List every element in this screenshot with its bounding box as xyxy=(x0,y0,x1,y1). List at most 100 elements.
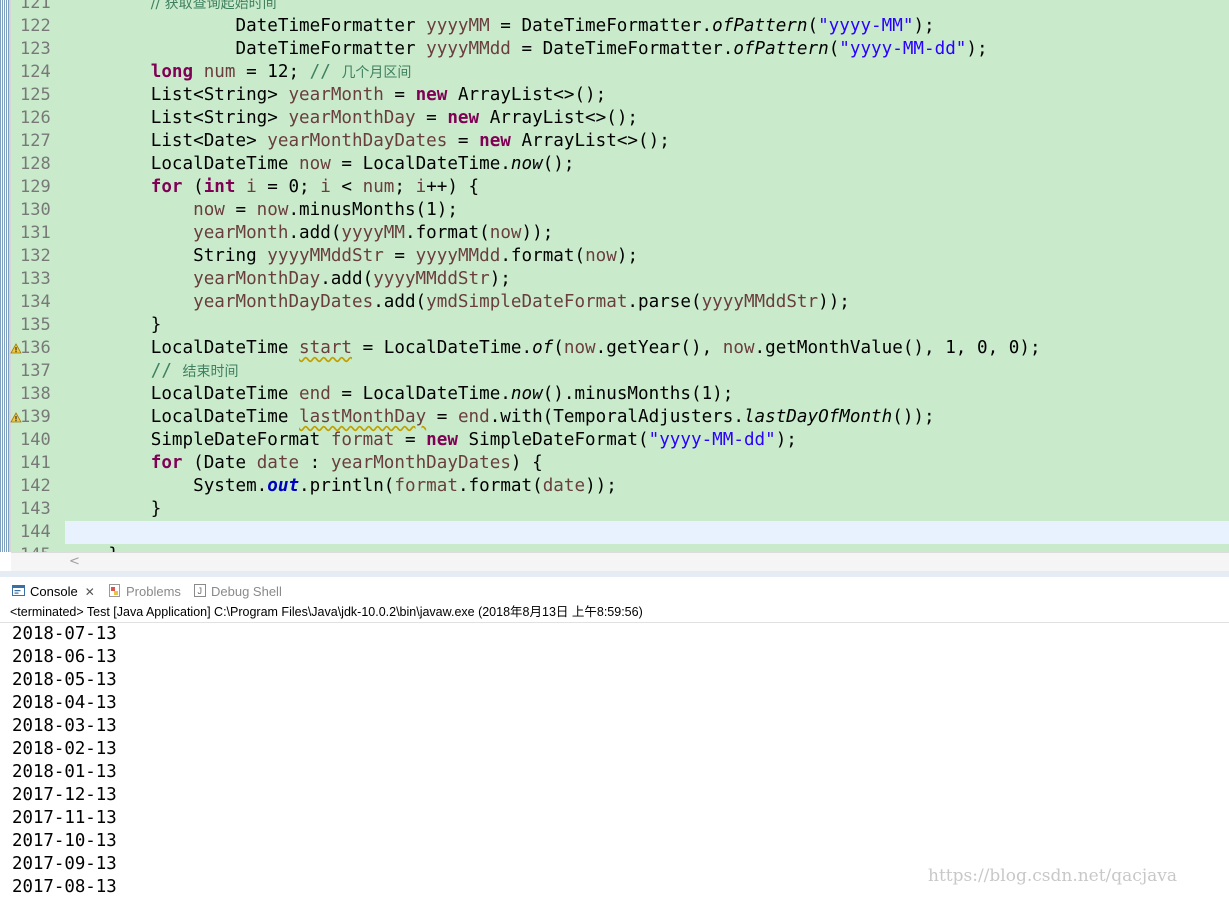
code-token: = DateTimeFormatter. xyxy=(510,39,734,59)
code-line[interactable]: 138 LocalDateTime end = LocalDateTime.no… xyxy=(0,383,1229,406)
code-token: ( xyxy=(828,39,840,59)
code-line[interactable]: 123 DateTimeFormatter yyyyMMdd = DateTim… xyxy=(0,38,1229,61)
code-text[interactable]: LocalDateTime end = LocalDateTime.now().… xyxy=(66,383,734,406)
code-token: )); xyxy=(818,292,850,312)
code-token: ofPattern xyxy=(712,16,808,36)
code-token: yyyyMMddStr xyxy=(373,269,490,289)
code-text[interactable]: LocalDateTime start = LocalDateTime.of(n… xyxy=(66,337,1041,360)
tab-debug-shell-label: Debug Shell xyxy=(211,584,282,599)
console-output-line: 2017-11-13 xyxy=(12,808,117,828)
code-token: = xyxy=(394,430,427,450)
code-token: LocalDateTime xyxy=(66,154,300,174)
code-line[interactable]: 130 now = now.minusMonths(1); xyxy=(0,199,1229,222)
code-token: new xyxy=(426,430,458,450)
code-text[interactable]: List<String> yearMonth = new ArrayList<>… xyxy=(66,84,607,107)
code-line[interactable]: 128 LocalDateTime now = LocalDateTime.no… xyxy=(0,153,1229,176)
code-line[interactable]: 139 LocalDateTime lastMonthDay = end.wit… xyxy=(0,406,1229,429)
code-token: LocalDateTime xyxy=(66,407,300,427)
close-icon[interactable]: ✕ xyxy=(85,585,95,599)
code-text[interactable]: SimpleDateFormat format = new SimpleDate… xyxy=(66,429,797,452)
code-token: num xyxy=(203,62,236,82)
code-text[interactable]: now = now.minusMonths(1); xyxy=(66,199,458,222)
code-text[interactable]: yearMonthDayDates.add(ymdSimpleDateForma… xyxy=(66,291,850,314)
code-text[interactable]: String yyyyMMddStr = yyyyMMdd.format(now… xyxy=(66,245,638,268)
code-text[interactable]: } xyxy=(66,498,162,521)
code-text[interactable]: yearMonthDay.add(yyyyMMddStr); xyxy=(66,268,511,291)
code-line[interactable]: 122 DateTimeFormatter yyyyMM = DateTimeF… xyxy=(0,15,1229,38)
code-line[interactable]: 134 yearMonthDayDates.add(ymdSimpleDateF… xyxy=(0,291,1229,314)
code-text[interactable]: // 获取查询起始时间 xyxy=(66,0,277,16)
code-line[interactable]: 144 xyxy=(0,521,1229,544)
code-text[interactable]: DateTimeFormatter yyyyMM = DateTimeForma… xyxy=(66,15,935,38)
code-line[interactable]: 126 List<String> yearMonthDay = new Arra… xyxy=(0,107,1229,130)
line-number: 125 xyxy=(20,85,51,105)
code-token: = xyxy=(383,85,416,105)
code-token: "yyyy-MM-dd" xyxy=(839,39,967,59)
code-editor[interactable]: 121 // 获取查询起始时间 122 DateTimeFormatter yyy… xyxy=(0,0,1229,552)
console-output-line: 2018-05-13 xyxy=(12,670,117,690)
code-token: System. xyxy=(66,476,268,496)
tab-console[interactable]: Console ✕ xyxy=(12,580,95,604)
code-line[interactable]: 141 for (Date date : yearMonthDayDates) … xyxy=(0,452,1229,475)
code-token: ymdSimpleDateFormat xyxy=(426,292,628,312)
code-line[interactable]: 121 // 获取查询起始时间 xyxy=(0,0,1229,15)
code-token: 几个月区间 xyxy=(341,65,412,81)
code-line[interactable]: 137 // 结束时间 xyxy=(0,360,1229,383)
code-line[interactable]: 131 yearMonth.add(yyyyMM.format(now)); xyxy=(0,222,1229,245)
code-line[interactable]: 129 for (int i = 0; i < num; i++) { xyxy=(0,176,1229,199)
editor-horizontal-scrollbar[interactable]: < xyxy=(11,552,1229,571)
code-line[interactable]: 124 long num = 12; // 几个月区间 xyxy=(0,61,1229,84)
console-output-line: 2018-04-13 xyxy=(12,693,117,713)
code-line[interactable]: 140 SimpleDateFormat format = new Simple… xyxy=(0,429,1229,452)
code-text[interactable]: for (Date date : yearMonthDayDates) { xyxy=(66,452,543,475)
code-text[interactable]: LocalDateTime now = LocalDateTime.now(); xyxy=(66,153,575,176)
code-text[interactable]: long num = 12; // 几个月区间 xyxy=(66,61,412,85)
code-token: .format( xyxy=(404,223,490,243)
code-text[interactable]: } xyxy=(66,544,119,552)
code-line[interactable]: 145 } xyxy=(0,544,1229,552)
code-line[interactable]: 125 List<String> yearMonth = new ArrayLi… xyxy=(0,84,1229,107)
code-text[interactable]: yearMonth.add(yyyyMM.format(now)); xyxy=(66,222,553,245)
code-text[interactable]: } xyxy=(66,314,162,337)
code-token: // xyxy=(309,62,342,82)
code-text[interactable]: System.out.println(format.format(date)); xyxy=(66,475,617,498)
code-token: SimpleDateFormat( xyxy=(457,430,649,450)
code-line[interactable]: 133 yearMonthDay.add(yyyyMMddStr); xyxy=(0,268,1229,291)
code-token: ); xyxy=(913,16,935,36)
line-number: 138 xyxy=(20,384,51,404)
code-line[interactable]: 136 LocalDateTime start = LocalDateTime.… xyxy=(0,337,1229,360)
code-token: now xyxy=(722,338,755,358)
code-token: now xyxy=(193,200,225,220)
code-token: now xyxy=(585,246,617,266)
tab-problems[interactable]: Problems xyxy=(108,580,181,604)
code-text[interactable]: for (int i = 0; i < num; i++) { xyxy=(66,176,479,199)
code-text[interactable]: LocalDateTime lastMonthDay = end.with(Te… xyxy=(66,406,935,429)
code-line[interactable]: 143 } xyxy=(0,498,1229,521)
code-token: now xyxy=(256,200,289,220)
code-line[interactable]: 142 System.out.println(format.format(dat… xyxy=(0,475,1229,498)
console-output[interactable]: 2018-07-13 2018-06-13 2018-05-13 2018-04-13… xyxy=(12,623,117,899)
code-token: .println( xyxy=(299,476,395,496)
code-text[interactable]: // 结束时间 xyxy=(66,360,239,384)
console-output-line: 2018-06-13 xyxy=(12,647,117,667)
tab-debug-shell[interactable]: J Debug Shell xyxy=(194,580,282,604)
scroll-left-arrow-icon[interactable]: < xyxy=(69,553,80,570)
code-line[interactable]: 135 } xyxy=(0,314,1229,337)
code-line[interactable]: 132 String yyyyMMddStr = yyyyMMdd.format… xyxy=(0,245,1229,268)
code-line[interactable]: 127 List<Date> yearMonthDayDates = new A… xyxy=(0,130,1229,153)
code-text[interactable]: DateTimeFormatter yyyyMMdd = DateTimeFor… xyxy=(66,38,987,61)
code-token: .format( xyxy=(500,246,586,266)
code-token: = LocalDateTime. xyxy=(352,338,533,358)
code-token: now xyxy=(299,154,331,174)
code-text[interactable]: List<Date> yearMonthDayDates = new Array… xyxy=(66,130,670,153)
code-token: = xyxy=(383,246,416,266)
code-token: long xyxy=(150,62,194,82)
code-text[interactable]: List<String> yearMonthDay = new ArrayLis… xyxy=(66,107,638,130)
